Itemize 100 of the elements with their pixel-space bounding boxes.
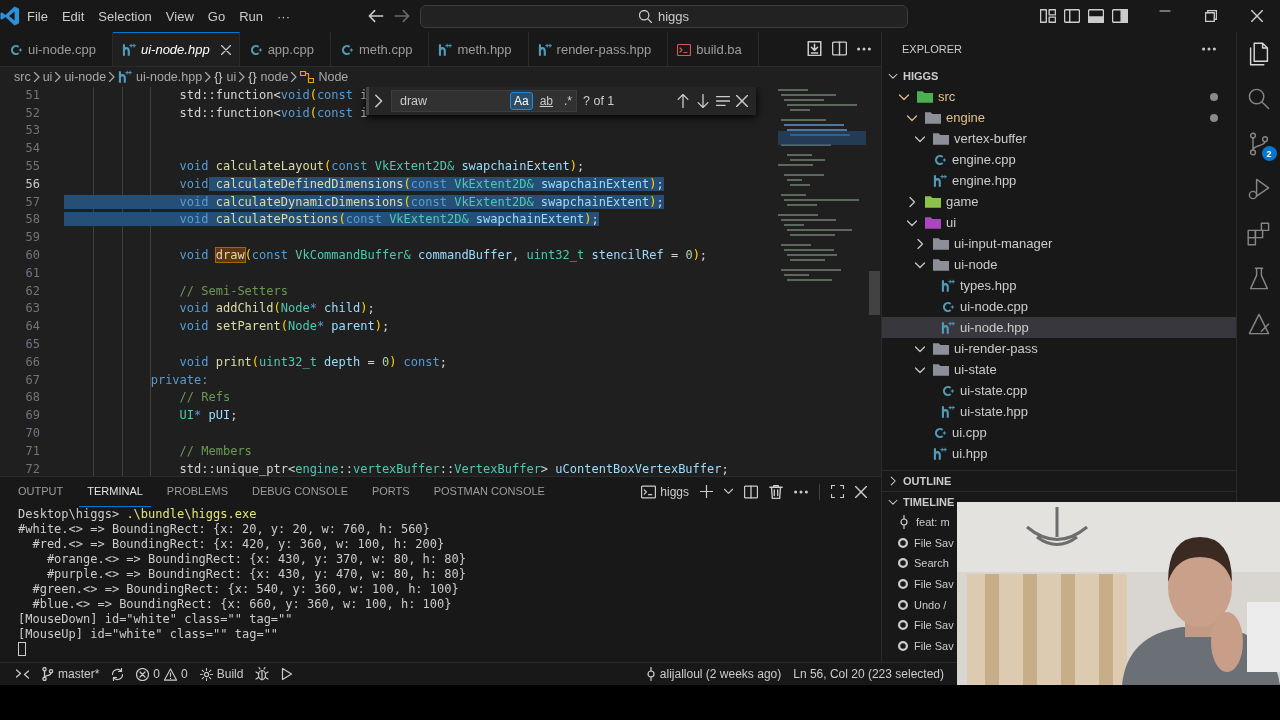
tree-item[interactable]: ui.hpp [882, 443, 1236, 464]
breadcrumb-item[interactable]: Node [300, 69, 349, 84]
editor-tab[interactable]: meth.cpp [330, 32, 430, 66]
forward-arrow-icon[interactable] [394, 8, 410, 24]
more-icon[interactable] [1202, 47, 1216, 51]
more-icon[interactable] [794, 489, 808, 494]
panel-tab[interactable]: PROBLEMS [158, 476, 236, 507]
find-option-toggle[interactable]: .* [560, 91, 576, 110]
timeline-item[interactable]: File Sav [898, 573, 954, 595]
cursor-position[interactable]: Ln 56, Col 20 (223 selected) [787, 663, 950, 685]
find-option-toggle[interactable]: ab [535, 91, 557, 110]
editor-tab[interactable]: meth.hpp [429, 32, 529, 66]
menu-item[interactable]: Selection [91, 5, 159, 27]
find-input[interactable]: draw Aa ab .* [391, 89, 577, 112]
next-match-icon[interactable] [696, 93, 710, 108]
tree-item[interactable]: ui-input-manager [882, 233, 1236, 254]
branch-status[interactable]: master* [35, 663, 106, 685]
timeline-item[interactable]: File Sav [898, 532, 954, 554]
menu-item[interactable]: View [158, 5, 201, 27]
editor-tab[interactable]: render-pass.hpp [528, 32, 669, 66]
remote-icon[interactable] [16, 668, 29, 680]
header-file-icon [933, 173, 947, 188]
timeline-item[interactable]: Undo / [898, 594, 947, 615]
tree-item[interactable]: ui-state [882, 359, 1236, 380]
secondary-sidebar-icon[interactable] [1112, 8, 1128, 24]
menu-item[interactable]: ··· [270, 5, 297, 27]
split-terminal-icon[interactable] [744, 484, 758, 499]
expand-replace-icon[interactable] [373, 93, 385, 108]
breadcrumb-item[interactable]: ui-node [64, 69, 107, 84]
tree-item[interactable]: ui-node [882, 254, 1236, 275]
menu-item[interactable]: File [20, 5, 55, 27]
tree-item[interactable]: engine.cpp [882, 149, 1236, 170]
tree-item[interactable]: types.hpp [882, 275, 1236, 296]
tree-item[interactable]: ui-node.cpp [882, 296, 1236, 317]
panel-tab[interactable]: DEBUG CONSOLE [244, 476, 356, 507]
tree-item[interactable]: vertex-buffer [882, 128, 1236, 149]
find-option-toggle[interactable]: Aa [509, 91, 533, 110]
bug-icon[interactable] [255, 667, 270, 681]
panel-tab[interactable]: OUTPUT [10, 476, 72, 507]
timeline-item[interactable]: File Sav [898, 635, 954, 656]
tree-item[interactable]: ui [882, 212, 1236, 233]
problems-status[interactable]: 0 0 [130, 663, 194, 685]
editor-tab[interactable]: ui-node.cpp [0, 32, 113, 66]
find-in-selection-icon[interactable] [716, 94, 730, 107]
breadcrumb-item[interactable]: src [14, 69, 31, 84]
menu-item[interactable]: Edit [54, 5, 92, 27]
breadcrumb-item[interactable]: {} ui [214, 69, 237, 84]
code-line: void calculatePostions(const VkExtent2D& swapchainExtent); [64, 211, 599, 230]
tree-item[interactable]: ui-state.hpp [882, 401, 1236, 422]
play-icon[interactable] [281, 668, 294, 680]
back-arrow-icon[interactable] [368, 8, 384, 24]
sync-icon[interactable] [111, 667, 125, 681]
restore-icon[interactable] [1205, 10, 1217, 22]
command-center-search[interactable]: higgs [420, 4, 908, 28]
menu-item[interactable]: Run [232, 5, 270, 27]
editor-tab[interactable]: ui-node.hpp [112, 32, 240, 66]
close-icon[interactable] [1251, 10, 1263, 22]
section-header[interactable]: OUTLINE [882, 470, 952, 491]
editor-tab[interactable]: app.cpp [239, 32, 331, 66]
plus-icon[interactable] [700, 485, 713, 499]
layout-icon[interactable] [1040, 8, 1056, 24]
section-header[interactable]: HIGGS [882, 66, 939, 86]
tree-item[interactable]: ui-node.hpp [882, 317, 1236, 338]
code-line: void addChild(Node* child); [178, 300, 375, 318]
commit-icon [898, 515, 910, 530]
panel-tab[interactable]: TERMINAL [79, 476, 151, 507]
previous-match-icon[interactable] [676, 93, 690, 108]
tree-item[interactable]: engine [882, 107, 1236, 128]
close-icon[interactable] [220, 44, 231, 55]
tree-item[interactable]: engine.hpp [882, 170, 1236, 191]
panel-toggle-icon[interactable] [1088, 8, 1104, 24]
maximize-icon[interactable] [831, 485, 844, 499]
panel-tab[interactable]: PORTS [363, 476, 418, 507]
timeline-item[interactable]: feat: m [898, 511, 950, 533]
chevron-down-icon[interactable] [724, 488, 733, 496]
breadcrumb-item[interactable]: ui-node.hpp [118, 69, 203, 84]
more-icon[interactable] [857, 46, 871, 51]
tree-item[interactable]: ui.cpp [882, 422, 1236, 443]
breadcrumb-item[interactable]: {} node [248, 69, 289, 84]
editor-tab[interactable]: build.ba [668, 32, 759, 66]
split-editor-icon[interactable] [832, 41, 847, 57]
sidebar-toggle-icon[interactable] [1064, 8, 1080, 24]
tree-item[interactable]: ui-render-pass [882, 338, 1236, 359]
tree-item[interactable]: ui-state.cpp [882, 380, 1236, 401]
minimize-icon[interactable] [1159, 10, 1171, 12]
close-icon[interactable] [855, 485, 867, 498]
scrollbar-thumb[interactable] [869, 270, 880, 315]
timeline-item[interactable]: Search [898, 553, 949, 574]
git-blame-status[interactable]: alijalloul (2 weeks ago) [639, 663, 788, 685]
task-status[interactable]: Build [193, 663, 250, 685]
panel-tab[interactable]: POSTMAN CONSOLE [425, 476, 553, 507]
close-icon[interactable] [736, 94, 748, 107]
trash-icon[interactable] [769, 484, 783, 499]
breadcrumb-item[interactable]: ui [42, 69, 53, 84]
section-header[interactable]: TIMELINE [882, 491, 955, 512]
tree-item[interactable]: src [882, 86, 1236, 107]
menu-item[interactable]: Go [200, 5, 233, 27]
timeline-item[interactable]: File Sav [898, 614, 954, 636]
terminal-selector[interactable]: higgs [641, 484, 689, 499]
tree-item[interactable]: game [882, 191, 1236, 212]
